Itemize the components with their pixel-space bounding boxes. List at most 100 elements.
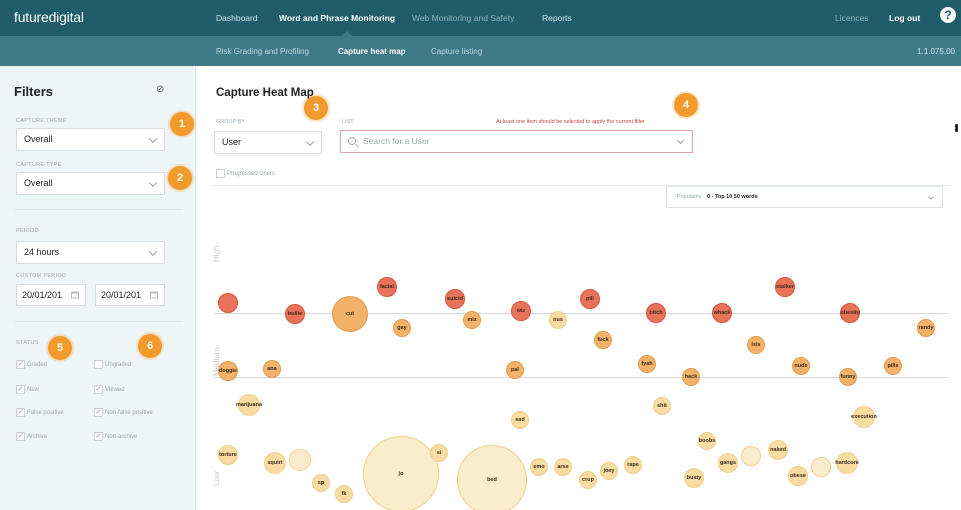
period-select[interactable]: 24 hours (16, 241, 165, 264)
logout-button[interactable]: Log out (889, 13, 920, 23)
heat-map-bubble[interactable]: whack (712, 303, 732, 323)
heat-map-bubble[interactable]: bullie (285, 304, 305, 324)
heat-map-bubble[interactable]: sp (312, 474, 330, 492)
axis-high-label: High (212, 245, 221, 262)
user-search-input[interactable]: Search for a User (340, 130, 693, 153)
heat-map-bubble[interactable]: hardcore (835, 452, 859, 474)
nav-reports[interactable]: Reports (542, 13, 572, 23)
checkbox-unchecked-icon[interactable] (216, 169, 225, 178)
nav-web-monitoring[interactable]: Web Monitoring and Safety (412, 13, 514, 23)
heat-map-bubble[interactable]: obese (788, 466, 808, 486)
reset-filters-icon[interactable]: ⊘ (156, 84, 164, 95)
heat-map-bubble[interactable]: joey (600, 462, 618, 480)
heat-map-bubble[interactable]: sad (511, 411, 529, 429)
heat-map-bubble[interactable]: bed (457, 445, 527, 510)
status-viewed-checkbox[interactable]: ✓ Viewed (94, 385, 125, 394)
heat-map-bubble[interactable]: boobs (698, 432, 716, 450)
heat-map-bubble[interactable]: bitch (646, 303, 666, 323)
nav-dashboard[interactable]: Dashboard (216, 13, 258, 23)
checkbox-checked-icon[interactable]: ✓ (16, 385, 25, 394)
status-ungraded-checkbox[interactable]: Ungraded (94, 360, 131, 369)
nav-word-phrase-monitoring[interactable]: Word and Phrase Monitoring (279, 13, 395, 23)
heat-map-bubble[interactable]: si (430, 444, 448, 462)
status-archive-checkbox[interactable]: ✓ Archive (16, 432, 47, 441)
heat-map-bubble[interactable]: execution (851, 406, 877, 428)
date-from-field[interactable]: 20/01/201 (16, 284, 86, 306)
status-new-checkbox[interactable]: ✓ New (16, 385, 39, 394)
checkbox-label: Non-archive (105, 434, 138, 441)
heat-map-bubble[interactable]: arse (554, 458, 572, 476)
heat-map-bubble[interactable]: obesity (840, 303, 860, 323)
status-false-positive-checkbox[interactable]: ✓ False positive (16, 408, 64, 417)
checkbox-checked-icon[interactable]: ✓ (94, 408, 103, 417)
heat-map-bubble[interactable]: miz (463, 311, 481, 329)
capture-theme-select[interactable]: Overall (16, 128, 165, 151)
logo[interactable]: futuredigital (14, 9, 84, 25)
heat-map-bubble[interactable]: rape (624, 456, 642, 474)
checkbox-checked-icon[interactable]: ✓ (94, 432, 103, 441)
capture-type-label: Capture type (16, 162, 62, 168)
heat-map-bubble[interactable]: crup (579, 471, 597, 489)
progressed-users-checkbox[interactable]: Progressed Users (216, 169, 275, 178)
heat-map-bubble[interactable]: gangs (718, 453, 738, 473)
heat-map-bubble[interactable]: pills (884, 357, 902, 375)
heat-map-bubble[interactable]: facial (377, 277, 397, 297)
heat-map-bubble[interactable]: fk (335, 485, 353, 503)
heat-map-bubble[interactable] (811, 457, 831, 477)
heat-map-bubble[interactable] (741, 446, 761, 466)
heat-map-bubble[interactable]: naked (768, 440, 788, 460)
heat-map-bubble[interactable]: hack (682, 368, 700, 386)
heat-map-bubble[interactable]: gay (393, 319, 411, 337)
scroll-handle[interactable] (955, 124, 958, 132)
checkbox-label: Ungraded (105, 362, 132, 369)
heat-map-bubble[interactable]: cut (332, 296, 368, 332)
heat-map-bubble[interactable]: fuck (594, 331, 612, 349)
checkbox-checked-icon[interactable]: ✓ (16, 432, 25, 441)
heat-map-bubble[interactable]: pill (580, 289, 600, 309)
callout-badge: 6 (138, 334, 162, 358)
heat-map-bubble[interactable]: ana (263, 360, 281, 378)
tab-capture-heat-map[interactable]: Capture heat map (338, 47, 406, 56)
checkbox-checked-icon[interactable]: ✓ (16, 408, 25, 417)
capture-type-select[interactable]: Overall (16, 172, 165, 195)
popularity-select[interactable]: Popularity 0 - Top 10 50 words (666, 186, 943, 208)
tab-capture-listing[interactable]: Capture listing (431, 47, 482, 56)
checkbox-unchecked-icon[interactable] (94, 360, 103, 369)
heat-map-bubble[interactable]: wiz (511, 301, 531, 321)
checkbox-checked-icon[interactable]: ✓ (94, 385, 103, 394)
status-graded-checkbox[interactable]: ✓ Graded (16, 360, 47, 369)
heat-map-bubble[interactable]: funny (839, 368, 857, 386)
callout-badge: 4 (674, 93, 698, 117)
calendar-icon[interactable] (71, 291, 79, 299)
heat-map-bubble[interactable]: squirt (264, 452, 286, 474)
heat-map-bubble[interactable]: marijuana (236, 394, 262, 416)
heat-map-bubble[interactable]: nude (792, 357, 810, 375)
help-icon[interactable]: ? (940, 7, 956, 23)
heat-map-bubble[interactable]: stalker (775, 277, 795, 297)
tab-risk-grading[interactable]: Risk Grading and Profiling (216, 47, 309, 56)
chevron-down-icon (148, 134, 158, 143)
checkbox-checked-icon[interactable]: ✓ (16, 360, 25, 369)
heat-map-bubble[interactable]: fyah (638, 355, 656, 373)
heat-map-bubble[interactable]: shit (653, 397, 671, 415)
heat-map-bubble[interactable]: busty (684, 468, 704, 488)
heat-map-bubble[interactable]: jo (363, 436, 439, 510)
heat-map-bubble[interactable]: randy (917, 319, 935, 337)
heat-map-bubble[interactable]: doggie (218, 361, 238, 381)
heat-map-bubble[interactable]: nus (549, 311, 567, 329)
date-to-field[interactable]: 20/01/201 (95, 284, 165, 306)
nav-licences[interactable]: Licences (835, 13, 869, 23)
heat-map-bubble[interactable]: torture (218, 445, 238, 465)
chevron-down-icon (676, 136, 685, 145)
status-non-false-positive-checkbox[interactable]: ✓ Non-false positive (94, 408, 153, 417)
chevron-down-icon (148, 178, 158, 187)
heat-map-bubble[interactable]: pal (506, 361, 524, 379)
heat-map-bubble[interactable] (289, 449, 311, 471)
status-non-archive-checkbox[interactable]: ✓ Non-archive (94, 432, 137, 441)
heat-map-bubble[interactable]: emo (530, 458, 548, 476)
group-by-select[interactable]: User (214, 131, 322, 154)
heat-map-bubble[interactable]: isis (747, 336, 765, 354)
calendar-icon[interactable] (150, 291, 158, 299)
heat-map-bubble[interactable]: suicid (445, 289, 465, 309)
heat-map-bubble[interactable] (218, 293, 238, 313)
